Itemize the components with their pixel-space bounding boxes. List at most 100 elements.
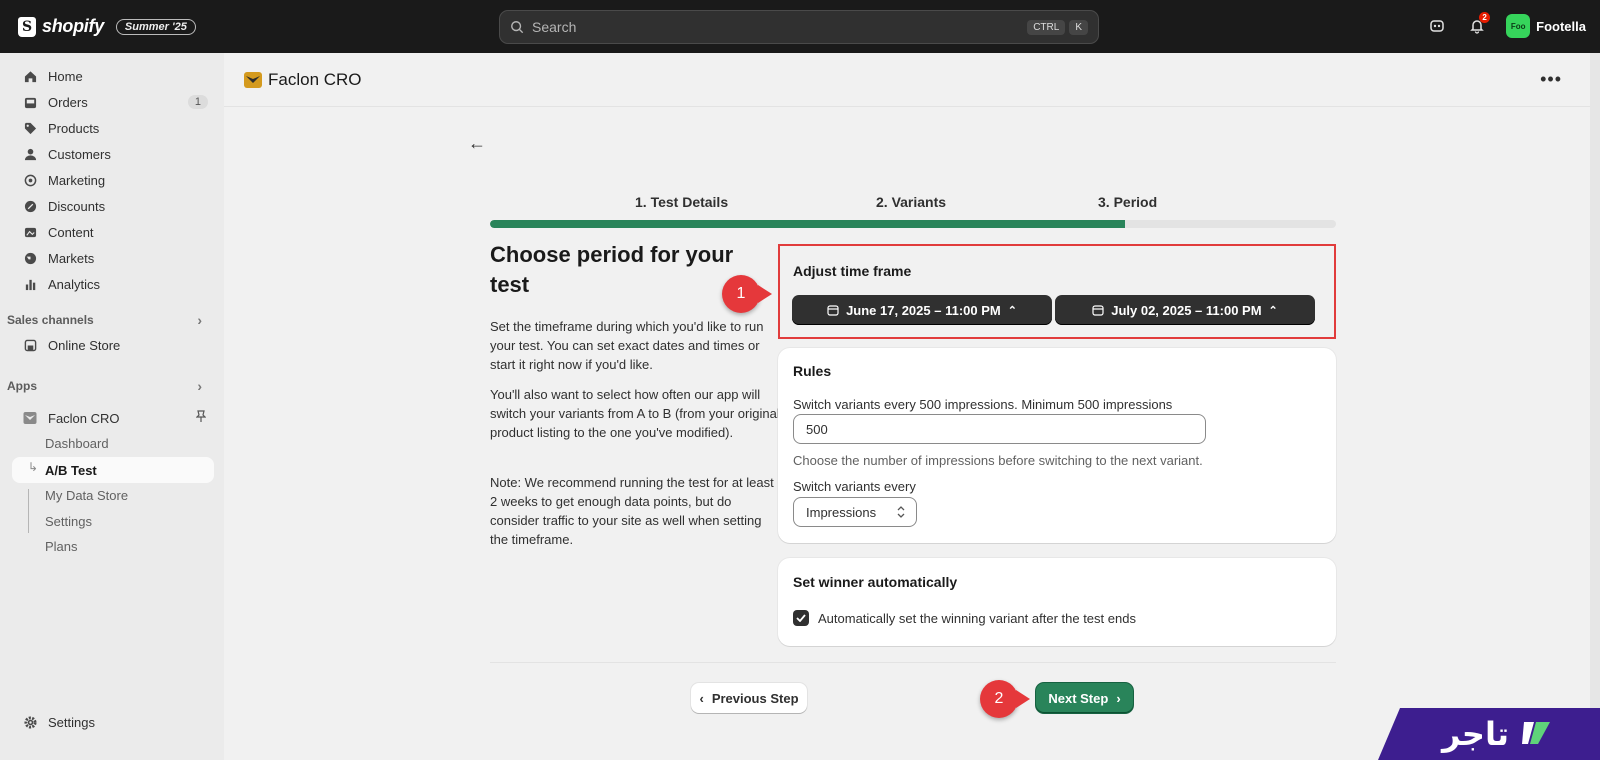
- impressions-input[interactable]: 500: [793, 414, 1206, 444]
- sidebar-item-home[interactable]: Home: [12, 63, 214, 89]
- sidebar-item-customers[interactable]: Customers: [12, 141, 214, 167]
- sidebar-item-products[interactable]: Products: [12, 115, 214, 141]
- store-menu[interactable]: Foo Footella: [1506, 14, 1586, 38]
- description-paragraph: You'll also want to select how often our…: [490, 387, 780, 440]
- impressions-help-text: Choose the number of impressions before …: [793, 453, 1203, 468]
- progress-fill: [490, 220, 1125, 228]
- sidebar: Home Orders 1 Products Customers Marketi…: [0, 53, 224, 760]
- sidebar-item-faclon-cro[interactable]: Faclon CRO: [12, 405, 214, 431]
- sidebar-item-label: Content: [48, 224, 94, 240]
- sidebar-subitem-ab-test[interactable]: ↳ A/B Test: [12, 457, 214, 483]
- store-icon: [22, 337, 38, 353]
- chevron-up-icon: ⌃: [1268, 304, 1278, 317]
- sales-channels-section[interactable]: Sales channels ›: [7, 312, 214, 328]
- auto-winner-label: Automatically set the winning variant af…: [818, 611, 1136, 626]
- logo-text: shopify: [42, 16, 104, 36]
- end-date-button[interactable]: July 02, 2025 – 11:00 PM ⌃: [1055, 295, 1315, 325]
- target-icon: [22, 172, 38, 188]
- faclon-app-icon: [22, 410, 38, 426]
- sidebar-item-orders[interactable]: Orders 1: [12, 89, 214, 115]
- more-actions-icon[interactable]: •••: [1540, 69, 1562, 90]
- callout-marker-1: 1: [722, 275, 772, 313]
- brand-logo-icon: [1522, 722, 1550, 744]
- sidebar-subitem-my-data-store[interactable]: My Data Store: [45, 488, 128, 503]
- next-step-button[interactable]: Next Step ›: [1036, 683, 1133, 713]
- footer-divider: [490, 662, 1336, 663]
- button-label: Next Step: [1048, 690, 1109, 706]
- k-key: K: [1069, 19, 1088, 35]
- card-title: Rules: [793, 363, 832, 379]
- calendar-icon: [827, 305, 839, 316]
- select-value: Impressions: [806, 504, 877, 520]
- sidebar-subitem-dashboard[interactable]: Dashboard: [45, 436, 109, 451]
- sidebar-item-label: A/B Test: [45, 463, 97, 478]
- app-title: Faclon CRO: [268, 69, 362, 89]
- gear-icon: [22, 714, 38, 730]
- sidebar-item-content[interactable]: Content: [12, 219, 214, 245]
- sidebar-item-markets[interactable]: Markets: [12, 245, 214, 271]
- end-date-label: July 02, 2025 – 11:00 PM: [1111, 302, 1262, 318]
- apps-section[interactable]: Apps ›: [7, 378, 214, 394]
- callout-marker-2: 2: [980, 680, 1030, 718]
- sidebar-item-label: Home: [48, 68, 83, 84]
- scrollbar[interactable]: [1590, 53, 1600, 760]
- person-icon: [22, 146, 38, 162]
- sidebar-item-online-store[interactable]: Online Store: [12, 332, 214, 358]
- image-icon: [22, 224, 38, 240]
- chevron-right-icon: ›: [197, 312, 202, 328]
- start-date-button[interactable]: June 17, 2025 – 11:00 PM ⌃: [792, 295, 1052, 325]
- globe-icon: [22, 250, 38, 266]
- main-content: Faclon CRO ••• ← 1. Test Details 2. Vari…: [224, 53, 1590, 760]
- description-paragraph: Note: We recommend running the test for …: [490, 475, 774, 547]
- section-label: Sales channels: [7, 313, 94, 327]
- back-arrow-icon[interactable]: ←: [468, 133, 486, 154]
- brand-wordmark: تاجر: [1442, 715, 1509, 753]
- select-chevron-icon: [897, 506, 905, 518]
- sidebar-item-label: Analytics: [48, 276, 101, 292]
- sidebar-item-label: Discounts: [48, 198, 106, 214]
- switch-every-label: Switch variants every: [793, 479, 916, 494]
- top-bar: shopify Summer '25 Search CTRL K 2 Foo F…: [0, 0, 1600, 53]
- chevron-up-icon: ⌃: [1007, 304, 1017, 317]
- auto-winner-checkbox[interactable]: [793, 610, 809, 626]
- sidebar-item-marketing[interactable]: Marketing: [12, 167, 214, 193]
- step-variants[interactable]: 2. Variants: [876, 194, 946, 210]
- orders-count-badge: 1: [187, 95, 208, 109]
- description-paragraph: Set the timeframe during which you'd lik…: [490, 319, 764, 372]
- pin-icon[interactable]: [195, 410, 207, 426]
- sidekick-icon[interactable]: [1426, 15, 1448, 37]
- step-period[interactable]: 3. Period: [1098, 194, 1157, 210]
- winner-card: Set winner automatically Automatically s…: [778, 558, 1336, 646]
- sidebar-item-analytics[interactable]: Analytics: [12, 271, 214, 297]
- search-placeholder: Search: [532, 19, 577, 35]
- bell-icon[interactable]: 2: [1466, 12, 1491, 37]
- chevron-right-icon: ›: [197, 378, 202, 394]
- sidebar-item-label: Settings: [48, 714, 95, 730]
- edition-badge[interactable]: Summer '25: [115, 18, 196, 35]
- switch-unit-select[interactable]: Impressions: [793, 497, 917, 527]
- sidebar-item-discounts[interactable]: Discounts: [12, 193, 214, 219]
- card-title: Adjust time frame: [793, 263, 912, 279]
- search-icon: [511, 21, 524, 34]
- sidebar-item-settings[interactable]: Settings: [12, 709, 214, 735]
- rules-card: Rules Switch variants every 500 impressi…: [778, 348, 1336, 543]
- page-title: Choose period for your test: [490, 242, 734, 297]
- checkmark-icon: [796, 614, 806, 622]
- store-avatar: Foo: [1506, 14, 1531, 38]
- previous-step-button[interactable]: ‹ Previous Step: [691, 683, 807, 713]
- notification-badge: 2: [1479, 12, 1491, 23]
- arrow-connector-icon: ↳: [28, 460, 39, 474]
- sidebar-item-label: Marketing: [48, 172, 106, 188]
- sidebar-subitem-plans[interactable]: Plans: [45, 539, 78, 554]
- sidebar-item-label: Products: [48, 120, 100, 136]
- chevron-right-icon: ›: [1116, 690, 1121, 706]
- button-label: Previous Step: [711, 690, 799, 706]
- shopify-logo[interactable]: shopify Summer '25: [18, 16, 196, 37]
- search-bar[interactable]: Search CTRL K: [499, 10, 1099, 44]
- ctrl-key: CTRL: [1027, 19, 1066, 35]
- faclon-logo-icon: [244, 71, 262, 88]
- bar-chart-icon: [22, 276, 38, 292]
- sidebar-item-label: Customers: [48, 146, 111, 162]
- sidebar-subitem-settings[interactable]: Settings: [45, 514, 92, 529]
- step-test-details[interactable]: 1. Test Details: [635, 194, 728, 210]
